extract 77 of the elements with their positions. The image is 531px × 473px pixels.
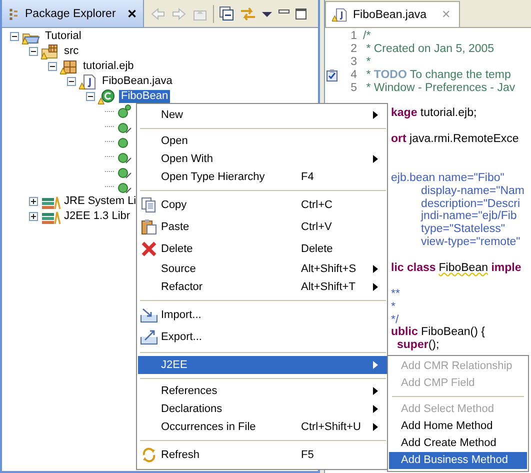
line-number: 1 <box>350 30 357 43</box>
menu-item[interactable]: Declarations <box>138 400 387 418</box>
code-line: ort java.rmi.RemoteExce <box>391 133 519 146</box>
tree-item[interactable]: J2EE 1.3 Libr <box>62 210 132 223</box>
menu-item[interactable]: Paste Ctrl+V <box>138 216 387 238</box>
menu-item[interactable]: Refactor Alt+Shift+T <box>138 278 387 296</box>
code-line: * <box>391 300 396 314</box>
code-line: /* <box>363 30 371 43</box>
menu-item[interactable]: Add Home Method <box>389 418 527 435</box>
code-line: display-name="Nam <box>421 184 524 198</box>
delete-x-icon <box>141 241 157 257</box>
editor-tab[interactable]: FiboBean.java ✕ <box>325 1 460 27</box>
close-icon[interactable]: ✕ <box>126 6 137 20</box>
menu-item[interactable]: Refresh F5 <box>138 444 387 466</box>
line-number: 4 <box>350 68 357 82</box>
code-line: super(); <box>397 339 440 352</box>
paste-icon <box>141 219 157 235</box>
tree-item[interactable]: FiboBean <box>119 90 170 103</box>
menu-item[interactable]: Import... <box>138 304 387 326</box>
expand-toggle[interactable] <box>86 92 95 101</box>
menu-item[interactable]: Occurrences in File Ctrl+Shift+U <box>138 418 387 436</box>
menu-item[interactable]: J2EE <box>138 356 387 374</box>
code-line: * TODO To change the temp <box>365 68 511 82</box>
menu-item[interactable]: Open With <box>138 150 387 168</box>
menu-item[interactable]: Open Type Hierarchy F4 <box>138 168 387 186</box>
tree-item[interactable]: Tutorial <box>43 30 84 43</box>
constructor-icon <box>117 104 133 120</box>
code-line: view-type="remote" <box>421 236 520 250</box>
expand-toggle[interactable] <box>29 47 38 56</box>
menu-item[interactable]: Open <box>138 132 387 150</box>
menu-item[interactable]: New <box>138 106 387 124</box>
line-number: 3 <box>350 56 357 69</box>
code-line: ** <box>391 288 400 301</box>
tree-item[interactable]: src <box>62 45 81 58</box>
code-line: * Window - Preferences - Jav <box>365 82 516 94</box>
maximize-icon[interactable] <box>294 8 307 20</box>
code-line: */ <box>391 314 399 326</box>
line-number: 5 <box>350 82 357 94</box>
refresh-icon <box>141 447 157 463</box>
menu-item[interactable]: Source Alt+Shift+S <box>138 260 387 278</box>
code-line: lic class FiboBean imple <box>391 262 522 275</box>
expand-toggle[interactable] <box>10 32 19 41</box>
menu-item[interactable]: Delete Delete <box>138 238 387 260</box>
code-line: description="Descri <box>421 198 520 210</box>
java-file-icon <box>79 74 97 90</box>
code-line: ejb.bean name="Fibo" <box>391 172 504 185</box>
editor-tab-title: FiboBean.java <box>353 8 427 20</box>
code-line: kage tutorial.ejb; <box>391 107 477 120</box>
java-file-icon <box>332 6 348 22</box>
menu-item[interactable]: Add Business Method <box>389 452 527 469</box>
collapse-all-icon[interactable] <box>218 6 235 22</box>
expand-toggle[interactable] <box>67 77 76 86</box>
code-line: * Created on Jan 5, 2005 <box>365 42 494 56</box>
menu-item[interactable]: Copy Ctrl+C <box>138 194 387 216</box>
code-line: type="Stateless" <box>421 223 505 236</box>
expand-toggle[interactable] <box>48 62 57 71</box>
code-line: * <box>365 56 371 69</box>
menu-item[interactable]: Export... <box>138 326 387 348</box>
package-icon <box>60 58 78 74</box>
tree-item[interactable]: FiboBean.java <box>100 75 174 88</box>
expand-toggle[interactable] <box>29 197 38 206</box>
menu-item[interactable]: Add Create Method <box>389 435 527 452</box>
package-explorer-icon <box>8 6 20 20</box>
copy-icon <box>141 197 157 213</box>
class-icon <box>98 88 116 104</box>
code-line: jndi-name="ejb/Fib <box>421 210 517 224</box>
import-icon <box>140 307 158 323</box>
expand-toggle[interactable] <box>29 212 38 221</box>
line-number: 2 <box>350 42 357 56</box>
menu-item[interactable]: References <box>138 382 387 400</box>
code-line: ublic FiboBean() { <box>391 326 485 340</box>
source-folder-icon <box>41 44 59 60</box>
view-title: Package Explorer <box>25 8 116 20</box>
view-tab[interactable]: Package Explorer ✕ <box>2 0 144 27</box>
export-icon <box>140 329 158 345</box>
tree-item[interactable]: tutorial.ejb <box>81 60 136 73</box>
tree-item[interactable]: JRE System Li <box>62 195 138 208</box>
